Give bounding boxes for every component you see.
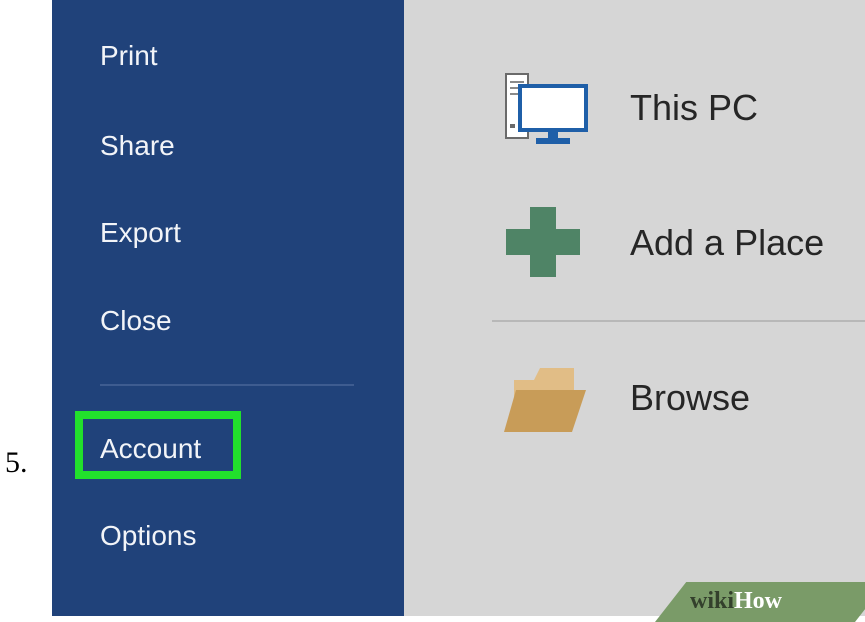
sidebar-separator (100, 384, 354, 386)
place-browse-label: Browse (630, 377, 751, 418)
watermark-part-1: wiki (690, 588, 735, 614)
step-number: 5. (5, 446, 28, 479)
place-this-pc[interactable]: This PC (404, 70, 865, 150)
watermark-part-2: How (734, 588, 783, 614)
places-divider (492, 320, 865, 322)
computer-icon (505, 73, 588, 144)
plus-icon (506, 207, 580, 277)
backstage-sidebar: Print Share Export Close Account Options (52, 0, 404, 616)
sidebar-item-print[interactable]: Print (100, 38, 158, 74)
open-locations-pane: This PC Add a Place Browse (404, 0, 865, 616)
sidebar-item-export[interactable]: Export (100, 215, 181, 251)
place-this-pc-label: This PC (630, 87, 759, 128)
sidebar-item-options[interactable]: Options (100, 518, 197, 554)
folder-icon (504, 368, 586, 432)
sidebar-item-close[interactable]: Close (100, 303, 172, 339)
place-add-a-place-label: Add a Place (630, 222, 825, 263)
file-backstage-view: Print Share Export Close Account Options… (52, 0, 865, 616)
place-add-a-place[interactable]: Add a Place (404, 205, 865, 285)
place-browse[interactable]: Browse (404, 360, 865, 440)
sidebar-item-account[interactable]: Account (100, 431, 201, 467)
sidebar-item-share[interactable]: Share (100, 128, 175, 164)
wikihow-watermark: wikiHow (690, 588, 782, 615)
